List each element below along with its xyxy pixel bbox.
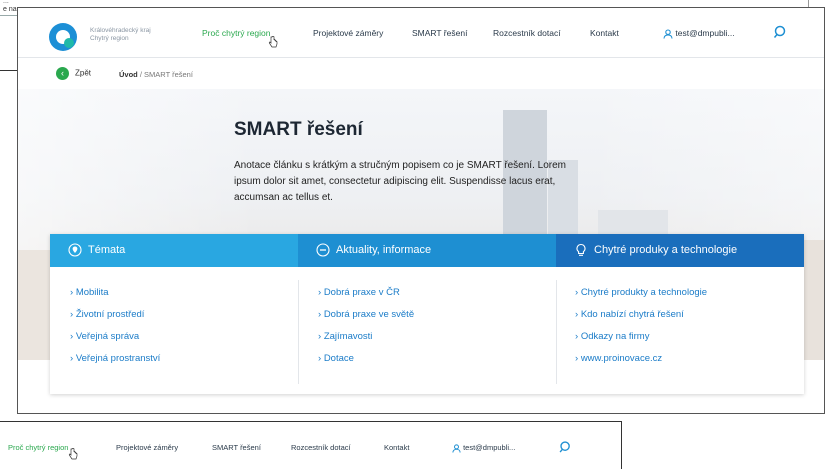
- background-text: e na: [3, 6, 17, 13]
- nav-proc-chytry-region[interactable]: Proč chytrý region: [202, 28, 271, 38]
- link-chytre-produkty[interactable]: Chytré produkty a technologie: [575, 282, 707, 304]
- link-proinovace[interactable]: www.proinovace.cz: [575, 348, 707, 370]
- link-dobra-praxe-svet[interactable]: Dobrá praxe ve světě: [318, 304, 414, 326]
- card-links-chytre-produkty: Chytré produkty a technologie Kdo nabízí…: [575, 282, 707, 370]
- user-email: test@dmpubli...: [675, 28, 735, 38]
- background-text: ...: [3, 0, 9, 5]
- search-button[interactable]: [556, 438, 578, 460]
- link-dotace[interactable]: Dotace: [318, 348, 414, 370]
- card-title: Aktuality, informace: [336, 244, 432, 256]
- link-zivotni-prostredi[interactable]: Životní prostředí: [70, 304, 160, 326]
- brand-line-1: Královéhradecký kraj: [90, 27, 151, 34]
- back-arrow-icon: ‹: [56, 67, 69, 80]
- top-navigation: Královéhradecký kraj Chytrý region Proč …: [18, 8, 824, 58]
- nav-proc-chytry-region[interactable]: Proč chytrý region: [8, 443, 68, 452]
- breadcrumb-home[interactable]: Úvod: [119, 70, 138, 79]
- link-dobra-praxe-cr[interactable]: Dobrá praxe v ČR: [318, 282, 414, 304]
- card-header-chytre-produkty: Chytré produky a technologie: [556, 234, 804, 267]
- minus-circle-icon: [316, 243, 330, 257]
- nav-projektove-zamery[interactable]: Projektové záměry: [116, 443, 178, 452]
- page-intro: Anotace článku s krátkým a stručným popi…: [234, 160, 566, 203]
- user-icon: [663, 29, 673, 39]
- screen: ... e na Královéhradecký kraj Chytrý reg…: [0, 0, 834, 469]
- card-divider: [298, 280, 299, 384]
- breadcrumb-current: SMART řešení: [144, 70, 193, 79]
- nav-rozcestnik-dotaci[interactable]: Rozcestník dotací: [493, 28, 561, 38]
- search-icon: [559, 441, 570, 453]
- card-title: Témata: [88, 244, 126, 256]
- search-icon: [773, 25, 786, 38]
- nav-rozcestnik-dotaci[interactable]: Rozcestník dotací: [291, 443, 351, 452]
- back-button[interactable]: ‹ Zpět: [56, 67, 91, 80]
- link-verejna-sprava[interactable]: Veřejná správa: [70, 326, 160, 348]
- link-odkazy-na-firmy[interactable]: Odkazy na firmy: [575, 326, 707, 348]
- card-divider: [556, 280, 557, 384]
- lightbulb-icon: [576, 244, 586, 256]
- nav-kontakt[interactable]: Kontakt: [384, 443, 409, 452]
- user-icon: [452, 443, 461, 453]
- brand-line-2: Chytrý region: [90, 34, 129, 42]
- search-button[interactable]: [770, 22, 792, 44]
- back-label: Zpět: [75, 68, 92, 78]
- background-window-bottom: Proč chytrý region Projektové záměry SMA…: [0, 421, 622, 469]
- brand-text: Královéhradecký kraj Chytrý region: [90, 27, 170, 42]
- nav-projektove-zamery[interactable]: Projektové záměry: [313, 28, 383, 38]
- card-title: Chytré produky a technologie: [594, 244, 738, 256]
- nav-kontakt[interactable]: Kontakt: [590, 28, 619, 38]
- link-mobilita[interactable]: Mobilita: [70, 282, 160, 304]
- card-header-temata: Témata: [50, 234, 298, 267]
- link-verejna-prostranstvi[interactable]: Veřejná prostranství: [70, 348, 161, 370]
- link-zajimavosti[interactable]: Zajímavosti: [318, 326, 414, 348]
- breadcrumb-bar: ‹ Zpět Úvod / SMART řešení: [18, 59, 824, 89]
- main-window: Královéhradecký kraj Chytrý region Proč …: [17, 7, 825, 414]
- category-cards: Témata Aktuality, informace Chytré produ…: [50, 234, 804, 394]
- page-title: SMART řešení: [234, 119, 363, 140]
- card-links-aktuality: Dobrá praxe v ČR Dobrá praxe ve světě Za…: [318, 282, 414, 370]
- nav-smart-reseni[interactable]: SMART řešení: [212, 443, 261, 452]
- breadcrumb: Úvod / SMART řešení: [119, 70, 193, 79]
- location-pin-icon: [68, 243, 82, 257]
- card-header-aktuality: Aktuality, informace: [298, 234, 556, 267]
- nav-smart-reseni[interactable]: SMART řešení: [412, 28, 467, 38]
- user-menu[interactable]: test@dmpubli...: [663, 28, 735, 39]
- user-menu[interactable]: test@dmpubli...: [452, 443, 515, 453]
- logo-icon[interactable]: [49, 23, 77, 51]
- hand-cursor-icon: [68, 448, 78, 460]
- breadcrumb-separator: /: [139, 70, 142, 79]
- user-email: test@dmpubli...: [463, 443, 516, 452]
- hand-cursor-icon: [268, 36, 278, 48]
- card-links-temata: Mobilita Životní prostředí Veřejná správ…: [70, 282, 161, 370]
- link-kdo-nabizi[interactable]: Kdo nabízí chytrá řešení: [575, 304, 707, 326]
